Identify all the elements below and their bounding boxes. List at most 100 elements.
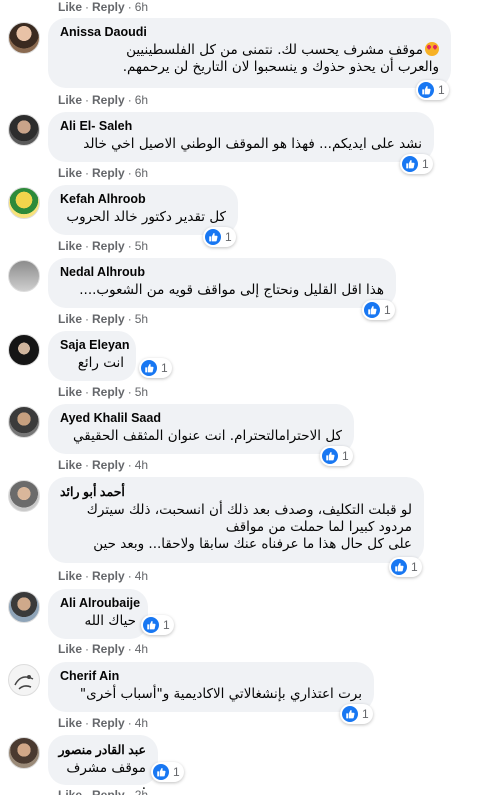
like-link[interactable]: Like <box>58 93 82 107</box>
comment-bubble: Ali El- Saleh نشد على ايديكم... فهذا هو … <box>48 112 434 162</box>
like-icon <box>391 559 407 575</box>
like-link[interactable]: Like <box>58 788 82 795</box>
comment-bubble: عبد القادر منصور موقف مشرف . <box>48 735 158 793</box>
reaction-count[interactable]: 1 <box>400 154 433 174</box>
comment-time[interactable]: 2h <box>135 788 148 795</box>
avatar-drawing-icon <box>14 675 34 690</box>
avatar[interactable] <box>8 114 40 146</box>
comment-bubble: أحمد أبو رائد لو قبلت التكليف، وصدف بعد … <box>48 477 424 563</box>
comment-time[interactable]: 5h <box>135 239 148 253</box>
like-icon <box>322 448 338 464</box>
like-link[interactable]: Like <box>58 0 82 14</box>
comment-text: هذا اقل القليل ونحتاج إلى مواقف قويه من … <box>79 282 384 298</box>
reaction-count[interactable]: 1 <box>340 704 373 724</box>
like-icon <box>418 82 434 98</box>
comment-time[interactable]: 5h <box>135 385 148 399</box>
comment-meta: Like · Reply · 4h <box>58 642 149 656</box>
like-link[interactable]: Like <box>58 642 82 656</box>
avatar[interactable] <box>8 187 40 219</box>
comment-author[interactable]: Kefah Alhroob <box>60 192 226 206</box>
like-link[interactable]: Like <box>58 569 82 583</box>
like-icon <box>342 706 358 722</box>
comment-time[interactable]: 4h <box>135 716 148 730</box>
like-link[interactable]: Like <box>58 716 82 730</box>
comment-bubble: Nedal Alhroub هذا اقل القليل ونحتاج إلى … <box>48 258 396 308</box>
comment-meta: Like · Reply · 4h <box>58 569 149 583</box>
comment-text: نشد على ايديكم... فهذا هو الموقف الوطني … <box>83 136 422 152</box>
reply-link[interactable]: Reply <box>92 239 125 253</box>
comment-meta: Like · Reply · 5h <box>58 385 149 399</box>
comment-author[interactable]: عبد القادر منصور <box>58 742 146 757</box>
reply-link[interactable]: Reply <box>92 166 125 180</box>
comment-bubble: Saja Eleyan انت رائع <box>48 331 136 381</box>
comment-text: برت اعتذاري بإنشغالاتي الاكاديمية و"أسبا… <box>79 686 362 702</box>
reply-link[interactable]: Reply <box>92 788 125 795</box>
comment-author[interactable]: Nedal Alhroub <box>60 265 384 279</box>
comment-time[interactable]: 6h <box>135 166 148 180</box>
comment-text: كل تقدير دكتور خالد الحروب <box>66 209 226 225</box>
comment-text: حياك الله <box>84 613 136 629</box>
comment-meta: Like · Reply · 2h <box>58 788 148 795</box>
comment-text: كل الاحترامالتحترام. انت عنوان المثقف ال… <box>73 428 342 444</box>
reply-link[interactable]: Reply <box>92 569 125 583</box>
comment-meta: Like · Reply · 5h <box>58 312 149 326</box>
comment-author[interactable]: Cherif Ain <box>60 669 362 683</box>
comment-text: انت رائع <box>77 355 124 371</box>
reaction-count[interactable]: 1 <box>141 615 174 635</box>
comment-author[interactable]: أحمد أبو رائد <box>60 484 412 499</box>
reply-link[interactable]: Reply <box>92 458 125 472</box>
like-link[interactable]: Like <box>58 239 82 253</box>
comment-bubble: Ayed Khalil Saad كل الاحترامالتحترام. ان… <box>48 404 354 454</box>
comment-meta: Like · Reply · 4h <box>58 716 149 730</box>
comment-time[interactable]: 6h <box>135 0 148 14</box>
reply-link[interactable]: Reply <box>92 716 125 730</box>
comment-time[interactable]: 6h <box>135 93 148 107</box>
reply-link[interactable]: Reply <box>92 385 125 399</box>
like-link[interactable]: Like <box>58 458 82 472</box>
avatar[interactable] <box>8 334 40 366</box>
like-icon <box>364 302 380 318</box>
like-link[interactable]: Like <box>58 166 82 180</box>
like-icon <box>143 617 159 633</box>
avatar[interactable] <box>8 480 40 512</box>
avatar[interactable] <box>8 22 40 54</box>
comment-meta: Like · Reply · 5h <box>58 239 149 253</box>
like-link[interactable]: Like <box>58 385 82 399</box>
avatar[interactable] <box>8 591 40 623</box>
comment-time[interactable]: 4h <box>135 642 148 656</box>
reply-link[interactable]: Reply <box>92 312 125 326</box>
reply-link[interactable]: Reply <box>92 642 125 656</box>
reaction-count[interactable]: 1 <box>151 762 184 782</box>
comment-time[interactable]: 4h <box>135 458 148 472</box>
heart-eyes-emoji-icon <box>425 42 439 56</box>
avatar[interactable] <box>8 406 40 438</box>
reaction-count[interactable]: 1 <box>139 358 172 378</box>
comment-meta: Like · Reply · 6h <box>58 93 149 107</box>
comment-author[interactable]: Saja Eleyan <box>60 338 130 352</box>
reaction-count[interactable]: 1 <box>320 446 353 466</box>
like-icon <box>205 229 221 245</box>
comment-text: لو قبلت التكليف، وصدف بعد ذلك أن انسحبت،… <box>86 502 412 552</box>
comment-author[interactable]: Anissa Daoudi <box>60 25 439 39</box>
like-link[interactable]: Like <box>58 312 82 326</box>
reply-link[interactable]: Reply <box>92 93 125 107</box>
avatar[interactable] <box>8 260 40 292</box>
avatar[interactable] <box>8 664 40 696</box>
comment-meta: Like · Reply · 4h <box>58 458 149 472</box>
reaction-count[interactable]: 1 <box>362 300 395 320</box>
comment-time[interactable]: 5h <box>135 312 148 326</box>
reaction-count[interactable]: 1 <box>416 80 449 100</box>
like-icon <box>153 764 169 780</box>
comment-author[interactable]: Ali El- Saleh <box>60 119 422 133</box>
comment-bubble: Ali Alroubaije حياك الله <box>48 589 148 639</box>
like-icon <box>141 360 157 376</box>
comment-author[interactable]: Ali Alroubaije <box>60 596 140 610</box>
comment-author[interactable]: Ayed Khalil Saad <box>60 411 342 425</box>
reply-link[interactable]: Reply <box>92 0 125 14</box>
comment-time[interactable]: 4h <box>135 569 148 583</box>
reaction-count[interactable]: 1 <box>203 227 236 247</box>
avatar[interactable] <box>8 737 40 769</box>
comment-bubble: Cherif Ain برت اعتذاري بإنشغالاتي الاكاد… <box>48 662 374 712</box>
reaction-count[interactable]: 1 <box>389 557 422 577</box>
like-icon <box>402 156 418 172</box>
